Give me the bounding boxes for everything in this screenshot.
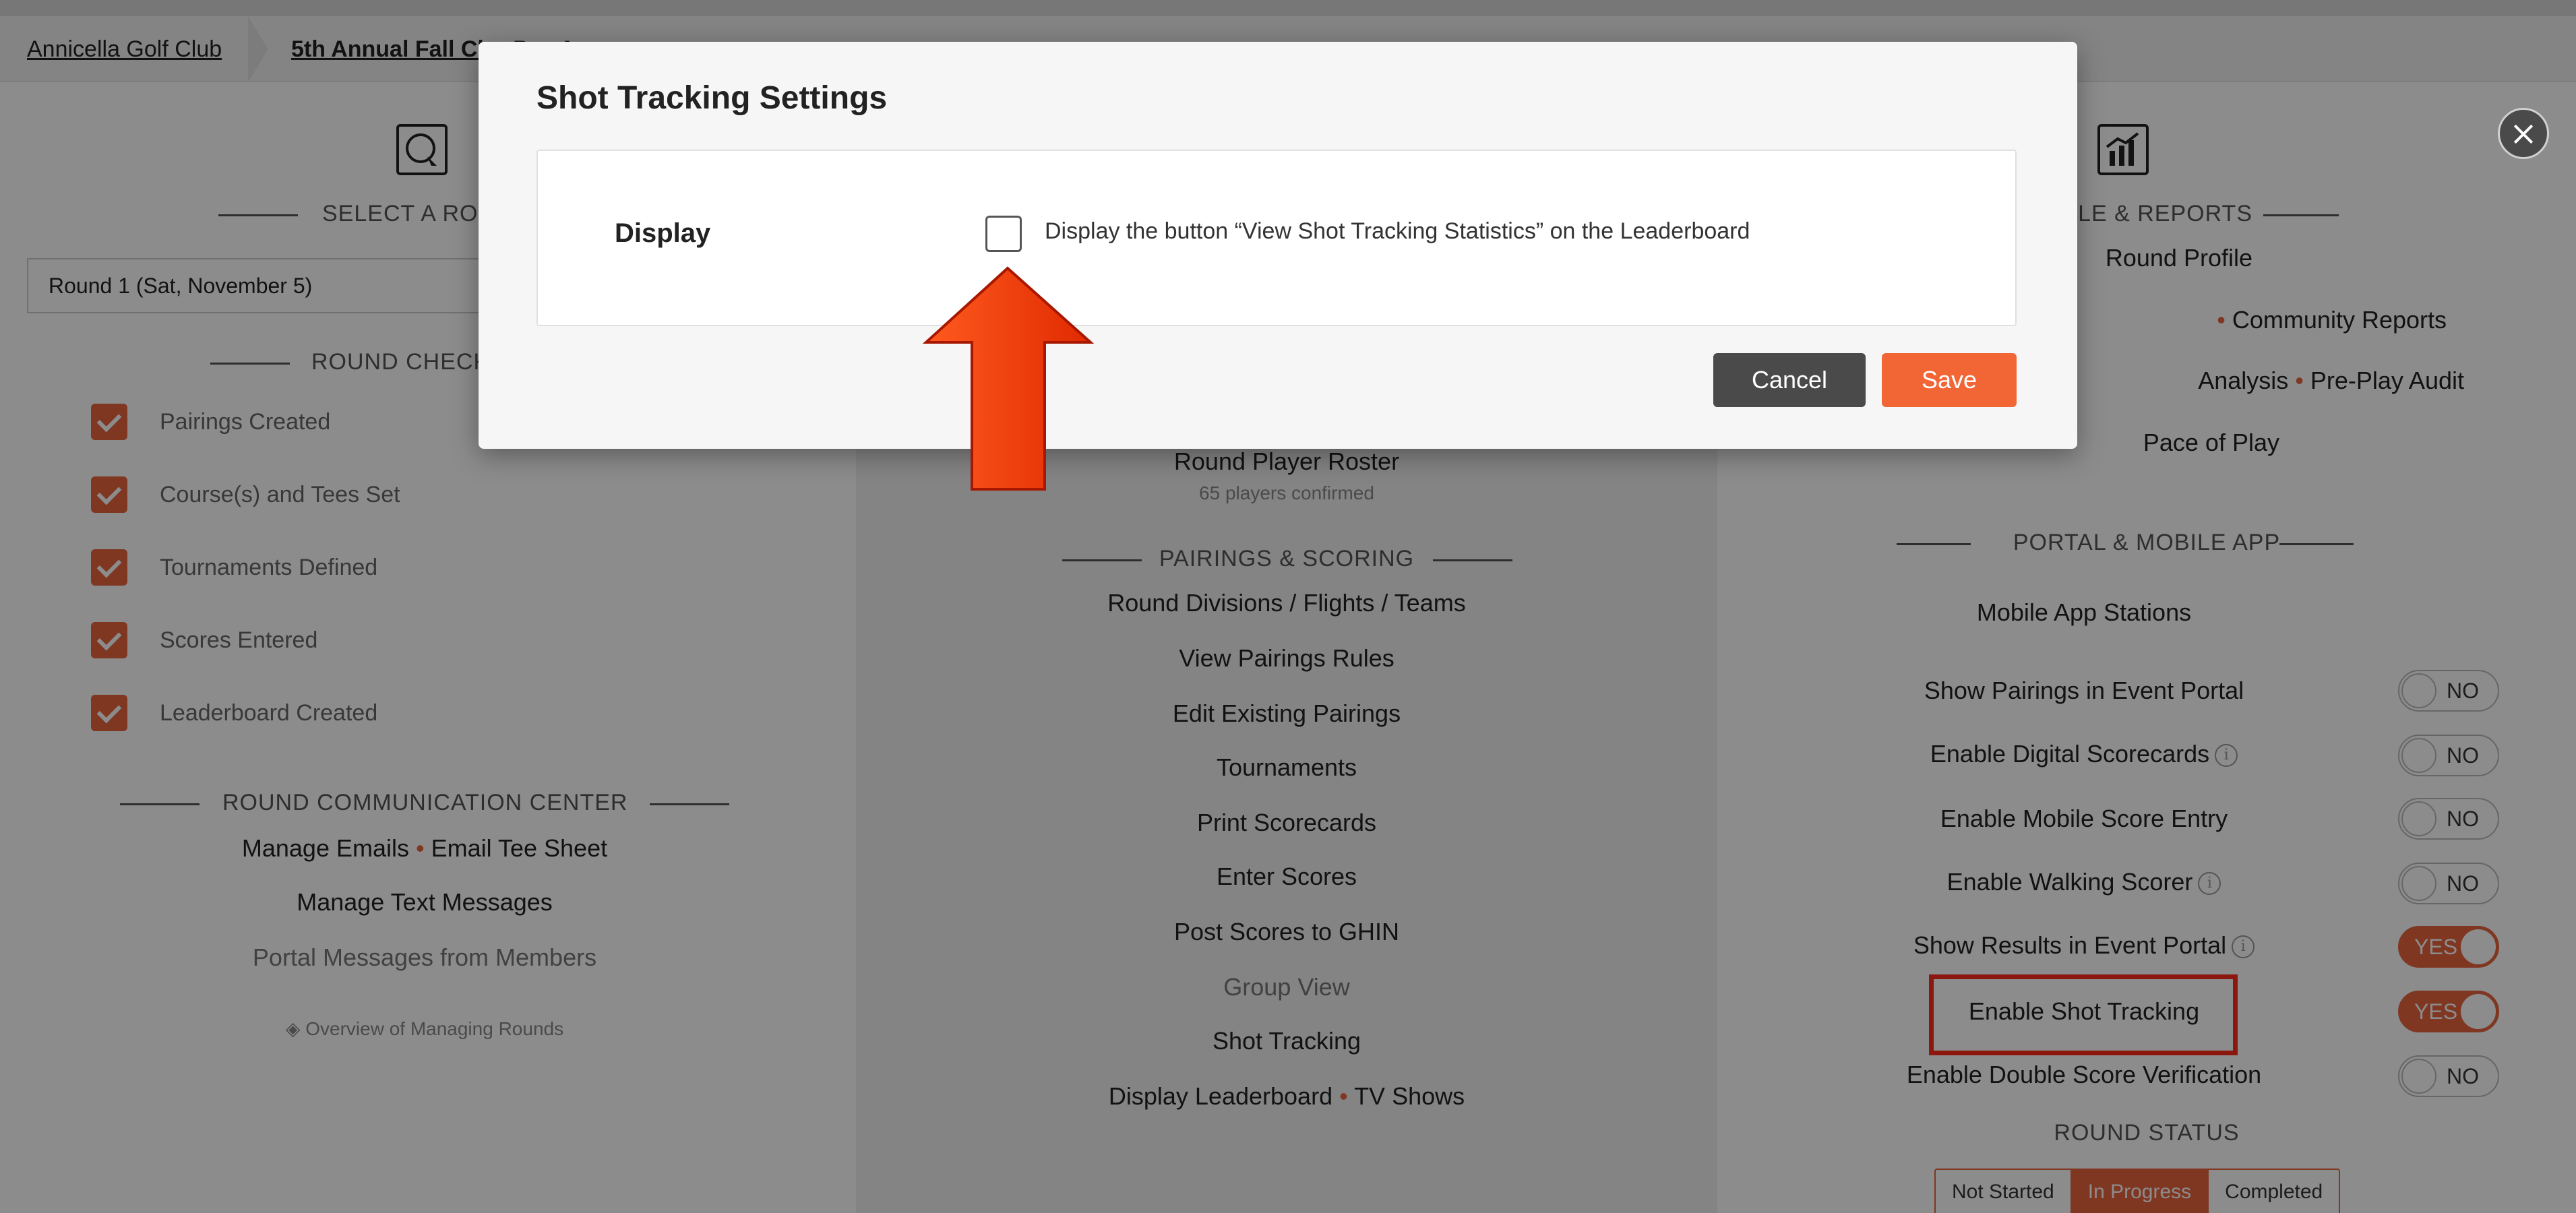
cancel-button[interactable]: Cancel bbox=[1713, 353, 1866, 407]
display-label: Display bbox=[615, 218, 711, 248]
show-statistics-checkbox[interactable] bbox=[985, 216, 1022, 252]
dialog-body: Display Display the button “View Shot Tr… bbox=[536, 150, 2017, 326]
shot-tracking-settings-dialog: Shot Tracking Settings Display Display t… bbox=[479, 42, 2077, 449]
annotation-arrow-icon bbox=[922, 266, 1095, 491]
show-statistics-checkbox-label[interactable]: Display the button “View Shot Tracking S… bbox=[1045, 218, 1750, 245]
dialog-title: Shot Tracking Settings bbox=[536, 80, 888, 116]
close-icon[interactable] bbox=[2498, 108, 2549, 159]
save-button[interactable]: Save bbox=[1882, 353, 2017, 407]
